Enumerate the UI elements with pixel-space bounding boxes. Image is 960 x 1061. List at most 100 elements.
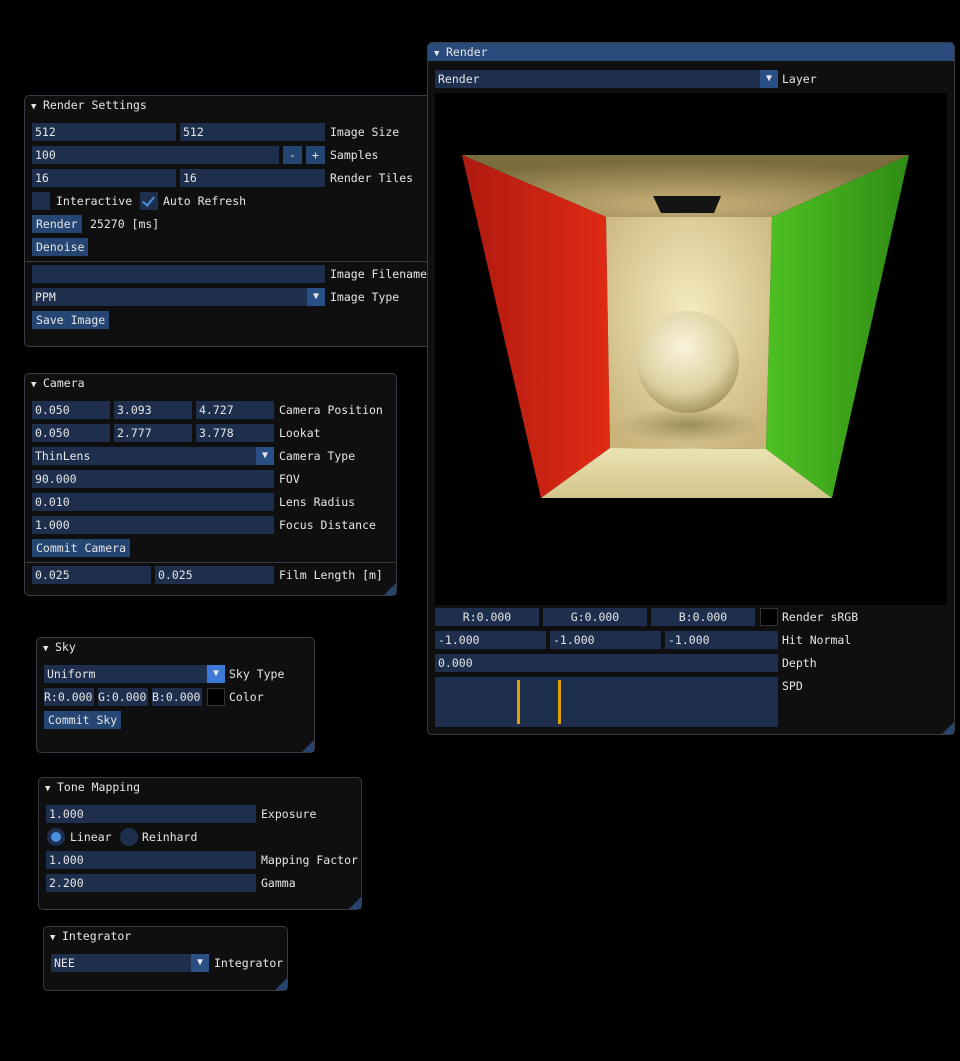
render-srgb-swatch[interactable]	[760, 608, 778, 626]
hit-normal-x[interactable]: -1.000	[435, 631, 546, 649]
gamma-input[interactable]: 2.200	[46, 874, 256, 892]
mapping-factor-label: Mapping Factor	[261, 853, 358, 867]
gamma-label: Gamma	[261, 876, 296, 890]
lens-radius-input[interactable]: 0.010	[32, 493, 274, 511]
integrator-titlebar[interactable]: ▼ Integrator	[44, 927, 287, 945]
layer-label: Layer	[782, 72, 817, 86]
commit-sky-button[interactable]: Commit Sky	[44, 711, 122, 729]
image-filename-input[interactable]	[32, 265, 325, 283]
collapse-triangle-icon[interactable]: ▼	[31, 376, 43, 394]
mapping-factor-input[interactable]: 1.000	[46, 851, 256, 869]
auto-refresh-checkbox[interactable]	[140, 192, 158, 210]
focus-distance-input[interactable]: 1.000	[32, 516, 274, 534]
camera-title: Camera	[43, 376, 85, 390]
tiles-y-input[interactable]: 16	[180, 169, 325, 187]
lookat-z[interactable]: 3.778	[196, 424, 274, 442]
film-length-y[interactable]: 0.025	[155, 566, 274, 584]
hit-normal-z[interactable]: -1.000	[665, 631, 778, 649]
sky-color-g[interactable]: G:0.000	[98, 688, 148, 706]
interactive-label: Interactive	[56, 194, 133, 208]
camera-type-label: Camera Type	[279, 449, 356, 463]
resize-grip-icon[interactable]	[384, 583, 396, 595]
fov-label: FOV	[279, 472, 300, 486]
sky-window: ▼ Sky Uniform ▼ Sky Type R:0.000 G:0.000 …	[36, 637, 315, 753]
sky-titlebar[interactable]: ▼ Sky	[37, 638, 314, 656]
camera-position-x[interactable]: 0.050	[32, 401, 110, 419]
camera-window: ▼ Camera 0.050 3.093 4.727 Camera Positio…	[24, 373, 397, 596]
samples-decrement-button[interactable]: -	[283, 146, 302, 164]
film-length-x[interactable]: 0.025	[32, 566, 151, 584]
camera-type-value: ThinLens	[35, 449, 91, 463]
samples-increment-button[interactable]: +	[306, 146, 325, 164]
image-height-input[interactable]: 512	[180, 123, 325, 141]
spd-label: SPD	[782, 679, 803, 693]
save-image-button[interactable]: Save Image	[32, 311, 110, 329]
render-settings-titlebar[interactable]: ▼ Render Settings	[25, 96, 433, 114]
dropdown-arrow-icon[interactable]: ▼	[256, 447, 274, 465]
collapse-triangle-icon[interactable]: ▼	[31, 98, 43, 116]
samples-label: Samples	[330, 148, 379, 162]
depth-field[interactable]: 0.000	[435, 654, 778, 672]
collapse-triangle-icon[interactable]: ▼	[43, 640, 55, 658]
linear-label: Linear	[70, 830, 112, 844]
dropdown-arrow-icon[interactable]: ▼	[307, 288, 325, 306]
camera-position-z[interactable]: 4.727	[196, 401, 274, 419]
layer-combo[interactable]: Render ▼	[435, 70, 778, 88]
pixel-r-field[interactable]: R:0.000	[435, 608, 539, 626]
collapse-triangle-icon[interactable]: ▼	[45, 780, 57, 798]
radio-selected-icon	[51, 832, 61, 842]
collapse-triangle-icon[interactable]: ▼	[434, 45, 446, 63]
image-type-combo[interactable]: PPM ▼	[32, 288, 325, 306]
dropdown-arrow-icon[interactable]: ▼	[207, 665, 225, 683]
sky-title: Sky	[55, 640, 76, 654]
render-tiles-label: Render Tiles	[330, 171, 414, 185]
linear-radio[interactable]	[47, 828, 65, 846]
resize-grip-icon[interactable]	[302, 740, 314, 752]
commit-camera-button[interactable]: Commit Camera	[32, 539, 131, 557]
lookat-y[interactable]: 2.777	[114, 424, 192, 442]
render-button[interactable]: Render	[32, 215, 82, 233]
integrator-value: NEE	[54, 956, 75, 970]
pixel-b-field[interactable]: B:0.000	[651, 608, 755, 626]
dropdown-arrow-icon[interactable]: ▼	[760, 70, 778, 88]
resize-grip-icon[interactable]	[349, 897, 361, 909]
pixel-g-field[interactable]: G:0.000	[543, 608, 647, 626]
camera-position-y[interactable]: 3.093	[114, 401, 192, 419]
lookat-x[interactable]: 0.050	[32, 424, 110, 442]
hit-normal-y[interactable]: -1.000	[550, 631, 661, 649]
integrator-title: Integrator	[62, 929, 132, 943]
reinhard-radio[interactable]	[120, 828, 138, 846]
lookat-label: Lookat	[279, 426, 321, 440]
denoise-button[interactable]: Denoise	[32, 238, 89, 256]
image-size-label: Image Size	[330, 125, 400, 139]
sky-type-combo[interactable]: Uniform ▼	[44, 665, 225, 683]
cornell-box-render	[462, 155, 909, 498]
camera-type-combo[interactable]: ThinLens ▼	[32, 447, 274, 465]
auto-refresh-label: Auto Refresh	[163, 194, 247, 208]
tiles-x-input[interactable]: 16	[32, 169, 176, 187]
tone-mapping-titlebar[interactable]: ▼ Tone Mapping	[39, 778, 361, 796]
sky-color-label: Color	[229, 690, 264, 704]
camera-titlebar[interactable]: ▼ Camera	[25, 374, 396, 392]
image-width-input[interactable]: 512	[32, 123, 176, 141]
render-image-viewport[interactable]	[435, 93, 947, 605]
fov-input[interactable]: 90.000	[32, 470, 274, 488]
film-length-label: Film Length [m]	[279, 568, 383, 582]
sky-color-b[interactable]: B:0.000	[152, 688, 202, 706]
spd-marker-1	[517, 680, 520, 724]
sky-color-swatch[interactable]	[207, 688, 225, 706]
resize-grip-icon[interactable]	[275, 978, 287, 990]
exposure-input[interactable]: 1.000	[46, 805, 256, 823]
render-titlebar[interactable]: ▼ Render	[428, 43, 954, 61]
samples-input[interactable]: 100	[32, 146, 279, 164]
tone-mapping-title: Tone Mapping	[57, 780, 141, 794]
dropdown-arrow-icon[interactable]: ▼	[191, 954, 209, 972]
focus-distance-label: Focus Distance	[279, 518, 376, 532]
sky-color-r[interactable]: R:0.000	[44, 688, 94, 706]
resize-grip-icon[interactable]	[942, 722, 954, 734]
integrator-combo[interactable]: NEE ▼	[51, 954, 209, 972]
image-type-label: Image Type	[330, 290, 400, 304]
hit-normal-label: Hit Normal	[782, 633, 852, 647]
interactive-checkbox[interactable]	[32, 192, 50, 210]
collapse-triangle-icon[interactable]: ▼	[50, 929, 62, 947]
